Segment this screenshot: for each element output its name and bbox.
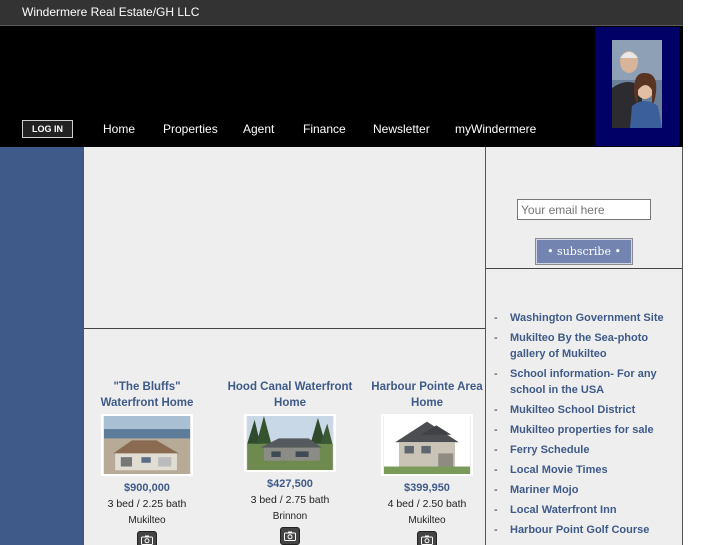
link-ferry-schedule[interactable]: Ferry Schedule bbox=[510, 442, 589, 458]
property-card: Hood Canal Waterfront Home $427,500 3 be… bbox=[214, 379, 366, 545]
link-mukilteo-gallery[interactable]: Mukilteo By the Sea-photo gallery of Muk… bbox=[510, 330, 679, 362]
nav-mywindermere[interactable]: myWindermere bbox=[455, 122, 536, 136]
link-school-district[interactable]: Mukilteo School District bbox=[510, 402, 635, 418]
email-field[interactable] bbox=[517, 199, 651, 220]
nav-agent[interactable]: Agent bbox=[243, 122, 274, 136]
header: LOG IN Home Properties Agent Finance New… bbox=[0, 26, 683, 147]
property-rooms: 3 bed / 2.75 bath bbox=[250, 494, 330, 506]
property-price: $427,500 bbox=[267, 478, 313, 490]
property-photo[interactable] bbox=[381, 414, 473, 476]
camera-icon[interactable] bbox=[417, 531, 437, 545]
link-golf-course[interactable]: Harbour Point Golf Course bbox=[510, 522, 649, 538]
camera-icon[interactable] bbox=[137, 531, 157, 545]
link-mariner-mojo[interactable]: Mariner Mojo bbox=[510, 482, 578, 498]
link-properties-for-sale[interactable]: Mukilteo properties for sale bbox=[510, 422, 654, 438]
property-price: $900,000 bbox=[124, 482, 170, 494]
property-rooms: 4 bed / 2.50 bath bbox=[387, 498, 467, 510]
property-title[interactable]: Harbour Pointe Area Home bbox=[367, 379, 487, 411]
list-item: - Local Movie Times bbox=[494, 462, 608, 478]
property-rooms: 3 bed / 2.25 bath bbox=[107, 498, 187, 510]
top-bar: Windermere Real Estate/GH LLC bbox=[0, 0, 683, 26]
nav-home[interactable]: Home bbox=[103, 122, 135, 136]
agent-photo bbox=[612, 40, 662, 128]
list-item: - School information- For any school in t… bbox=[494, 366, 679, 398]
link-movie-times[interactable]: Local Movie Times bbox=[510, 462, 608, 478]
links-list: - Washington Government Site - Mukilteo By… bbox=[494, 310, 679, 542]
subscribe-button[interactable]: • subscribe • bbox=[535, 238, 633, 265]
property-city: Mukilteo bbox=[408, 515, 446, 526]
right-sidebar: • subscribe • -Washington Government Sit… bbox=[486, 147, 683, 545]
link-waterfront-inn[interactable]: Local Waterfront Inn bbox=[510, 502, 617, 518]
nav-finance[interactable]: Finance bbox=[303, 122, 346, 136]
link-school-information[interactable]: School information- For any school in th… bbox=[510, 366, 679, 398]
list-item: - Mariner Mojo bbox=[494, 482, 579, 498]
list-item: - Mukilteo School District bbox=[494, 402, 636, 418]
link-washington-government[interactable]: Washington Government Site bbox=[510, 310, 664, 326]
nav-newsletter[interactable]: Newsletter bbox=[373, 122, 430, 136]
property-price: $399,950 bbox=[404, 482, 450, 494]
agent-photo-frame bbox=[595, 27, 679, 146]
property-photo[interactable] bbox=[244, 414, 336, 472]
property-card: Harbour Pointe Area Home $399,950 4 bed … bbox=[351, 379, 503, 545]
list-item: - Mukilteo By the Sea-photo gallery of Mu… bbox=[494, 330, 679, 362]
property-card: "The Bluffs" Waterfront Home $900,000 3 … bbox=[71, 379, 223, 545]
list-item: - Local Waterfront Inn bbox=[494, 502, 617, 518]
list-item: - Harbour Point Golf Course bbox=[494, 522, 650, 538]
list-item: - Ferry Schedule bbox=[494, 442, 590, 458]
property-title[interactable]: "The Bluffs" Waterfront Home bbox=[87, 379, 207, 411]
login-button[interactable]: LOG IN bbox=[22, 120, 73, 138]
divider bbox=[84, 328, 485, 329]
property-city: Brinnon bbox=[272, 511, 308, 522]
main-content: "The Bluffs" Waterfront Home $900,000 3 … bbox=[83, 147, 486, 545]
property-title[interactable]: Hood Canal Waterfront Home bbox=[214, 379, 366, 411]
nav-properties[interactable]: Properties bbox=[163, 122, 218, 136]
camera-icon[interactable] bbox=[280, 527, 300, 545]
site-name: Windermere Real Estate/GH LLC bbox=[22, 5, 200, 19]
property-photo[interactable] bbox=[101, 414, 193, 476]
divider bbox=[486, 268, 682, 269]
list-item: - Washington Government Site bbox=[494, 310, 664, 326]
list-item: - Mukilteo properties for sale bbox=[494, 422, 654, 438]
property-city: Mukilteo bbox=[128, 515, 166, 526]
